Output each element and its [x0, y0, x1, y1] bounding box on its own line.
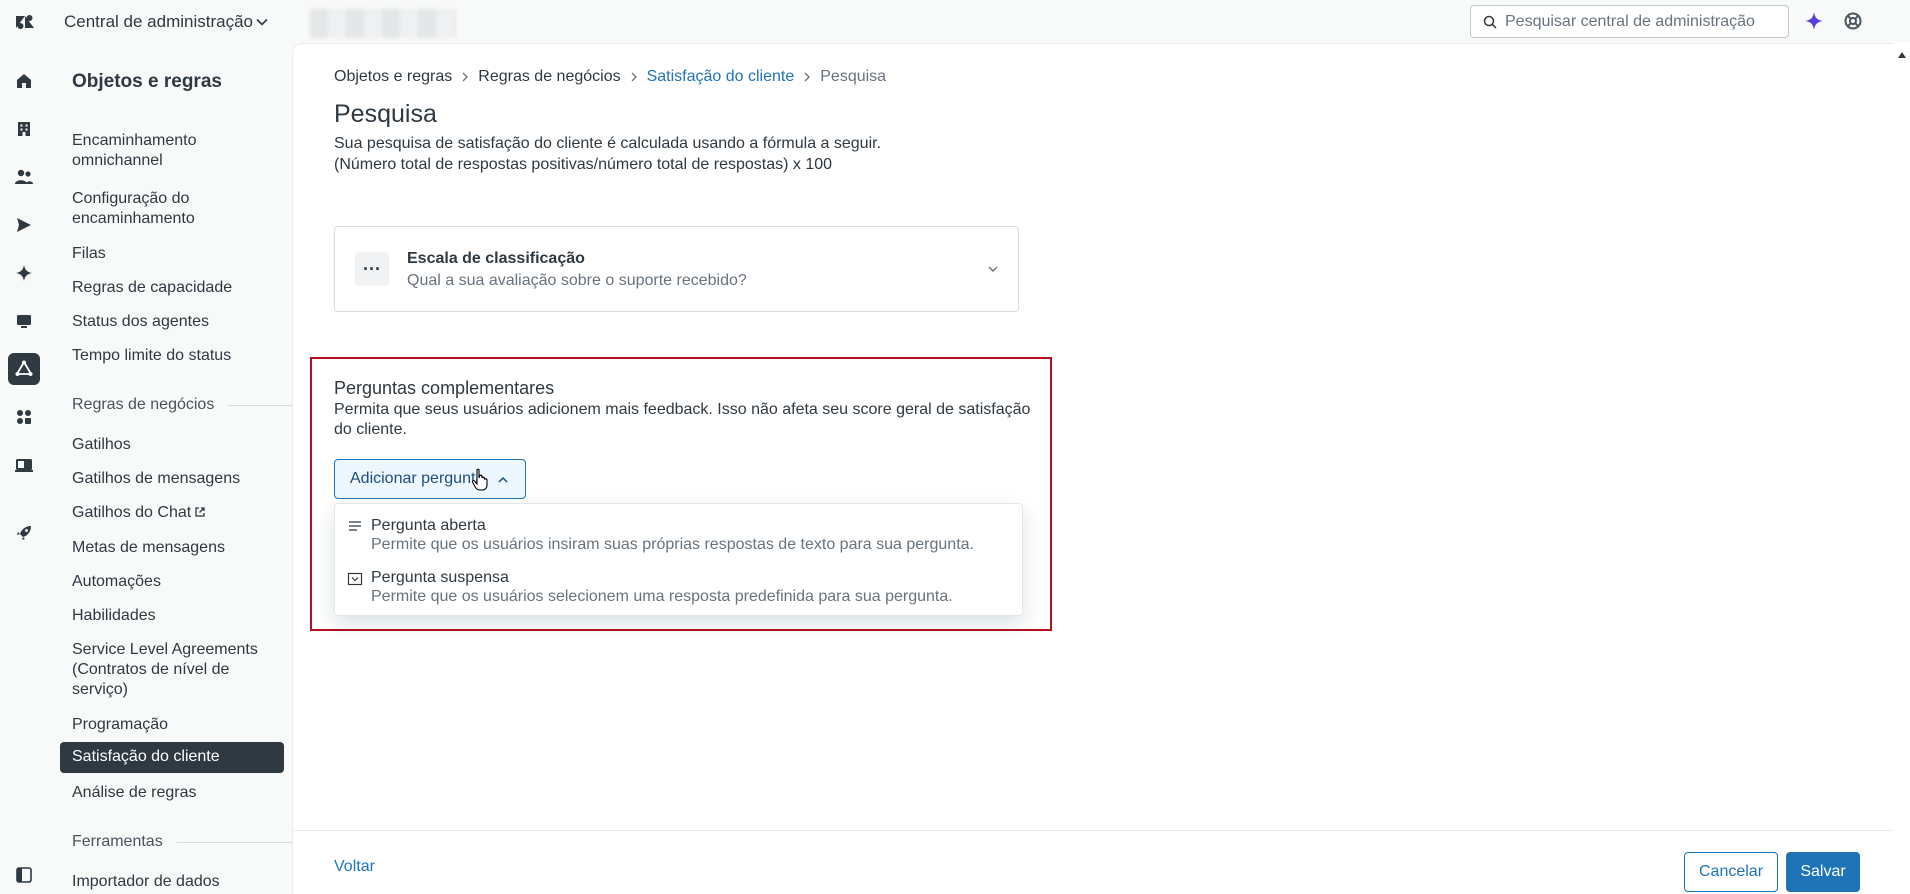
page-description: Sua pesquisa de satisfação do cliente é …	[334, 135, 882, 152]
zendesk-logo-icon[interactable]	[13, 10, 37, 34]
scroll-up-arrow-icon[interactable]	[1896, 49, 1908, 61]
sidebar-item-label: Satisfação do cliente	[72, 748, 220, 765]
search-input[interactable]	[1505, 10, 1780, 34]
breadcrumb-customer-satisfaction[interactable]: Satisfação do cliente	[647, 68, 795, 86]
page-title: Pesquisa	[334, 100, 437, 128]
dropdown-box-icon	[347, 572, 363, 586]
monitor-icon[interactable]	[12, 309, 36, 333]
chevron-right-icon	[804, 72, 811, 82]
chevron-right-icon	[631, 72, 637, 82]
vertical-scrollbar[interactable]	[1894, 43, 1910, 894]
sidebar-section-business-rules: Regras de negócios	[72, 396, 294, 414]
lines-icon	[349, 521, 361, 531]
people-icon[interactable]	[12, 165, 36, 189]
collapse-sidebar-icon[interactable]	[15, 866, 33, 884]
sidebar-item-status-timeout[interactable]: Tempo limite do status	[72, 346, 282, 366]
blurred-account-name	[310, 9, 456, 38]
sidebar-item-automations[interactable]: Automações	[72, 572, 282, 592]
top-bar: Central de administração	[0, 0, 1910, 43]
apps-icon[interactable]	[12, 405, 36, 429]
complementary-questions-description: Permita que seus usuários adicionem mais…	[334, 401, 1031, 438]
chevron-down-icon[interactable]	[986, 262, 1000, 276]
sidebar-item-rules-analysis[interactable]: Análise de regras	[72, 783, 282, 803]
breadcrumb-objects-rules[interactable]: Objetos e regras	[334, 68, 452, 86]
sidebar-item-capacity-rules[interactable]: Regras de capacidade	[72, 278, 282, 298]
sidebar-item-message-triggers[interactable]: Gatilhos de mensagens	[72, 469, 282, 489]
search-icon	[1483, 15, 1497, 29]
cancel-button[interactable]: Cancelar	[1684, 852, 1778, 892]
home-icon[interactable]	[12, 69, 36, 93]
main-panel: Objetos e regras Regras de negócios Sati…	[292, 43, 1895, 894]
breadcrumb-business-rules[interactable]: Regras de negócios	[478, 68, 620, 86]
building-icon[interactable]	[12, 117, 36, 141]
sidebar-item-triggers[interactable]: Gatilhos	[72, 435, 282, 455]
ai-sparkle-icon[interactable]	[1804, 11, 1824, 31]
sidebar-title: Objetos e regras	[72, 71, 222, 92]
help-lifebuoy-icon[interactable]	[1843, 11, 1863, 31]
sparkle-icon[interactable]	[12, 261, 36, 285]
add-question-button[interactable]: Adicionar pergunta	[334, 459, 526, 499]
back-link[interactable]: Voltar	[334, 858, 375, 876]
search-box[interactable]	[1470, 5, 1789, 38]
sidebar-item-skills[interactable]: Habilidades	[72, 606, 282, 626]
send-icon[interactable]	[12, 213, 36, 237]
sidebar-item-schedules[interactable]: Programação	[72, 715, 282, 735]
option-title: Pergunta suspensa	[371, 569, 509, 586]
option-open-question[interactable]: Pergunta aberta Permite que os usuários …	[349, 516, 1001, 554]
sidebar-item-data-importer[interactable]: Importador de dados	[72, 872, 282, 892]
workspace-icon[interactable]	[12, 453, 36, 477]
option-subtitle: Permite que os usuários selecionem uma r…	[371, 588, 953, 605]
sidebar-item-customer-satisfaction[interactable]: Satisfação do cliente	[60, 742, 284, 773]
complementary-questions-title: Perguntas complementares	[334, 378, 555, 398]
option-title: Pergunta aberta	[371, 517, 486, 534]
chevron-down-icon[interactable]	[254, 14, 270, 30]
breadcrumb-current: Pesquisa	[820, 68, 887, 85]
sidebar-item-message-goals[interactable]: Metas de mensagens	[72, 538, 282, 558]
sidebar-item-queues[interactable]: Filas	[72, 244, 282, 264]
rocket-icon[interactable]	[12, 521, 36, 545]
option-subtitle: Permite que os usuários insiram suas pró…	[371, 536, 974, 553]
sidebar-section-tools: Ferramentas	[72, 833, 294, 851]
sidebar-item-label: Gatilhos do Chat	[72, 504, 192, 521]
sidebar-item-omnichannel-routing[interactable]: Encaminhamento omnichannel	[72, 131, 282, 171]
external-link-icon	[195, 507, 205, 517]
sidebar-item-agent-status[interactable]: Status dos agentes	[72, 312, 282, 332]
chevron-right-icon	[462, 72, 469, 82]
footer-bar: Voltar Cancelar Salvar	[293, 830, 1895, 894]
breadcrumb: Objetos e regras Regras de negócios Sati…	[334, 68, 886, 86]
save-button[interactable]: Salvar	[1786, 852, 1860, 892]
add-question-label: Adicionar pergunta	[350, 470, 485, 487]
rating-scale-question: Qual a sua avaliação sobre o suporte rec…	[407, 272, 747, 289]
section-label: Regras de negócios	[72, 396, 215, 413]
sidebar: Objetos e regras Encaminhamento omnichan…	[48, 43, 294, 894]
app-title[interactable]: Central de administração	[64, 12, 253, 32]
icon-rail	[0, 43, 48, 894]
sidebar-item-sla[interactable]: Service Level Agreements (Contratos de n…	[72, 640, 282, 700]
objects-rules-icon[interactable]	[8, 353, 40, 385]
ellipsis-icon: ···	[355, 252, 389, 286]
chevron-up-icon	[498, 476, 508, 483]
add-question-dropdown: Pergunta aberta Permite que os usuários …	[334, 503, 1023, 616]
section-label: Ferramentas	[72, 833, 163, 850]
option-dropdown-question[interactable]: Pergunta suspensa Permite que os usuário…	[347, 568, 1001, 606]
rating-scale-title: Escala de classificação	[407, 250, 585, 267]
rating-scale-card[interactable]: ··· Escala de classificação Qual a sua a…	[334, 226, 1019, 312]
hand-cursor-icon	[471, 468, 488, 491]
sidebar-item-chat-triggers[interactable]: Gatilhos do Chat	[72, 503, 282, 523]
page-formula: (Número total de respostas positivas/núm…	[334, 156, 833, 173]
sidebar-item-routing-config[interactable]: Configuração do encaminhamento	[72, 189, 282, 229]
